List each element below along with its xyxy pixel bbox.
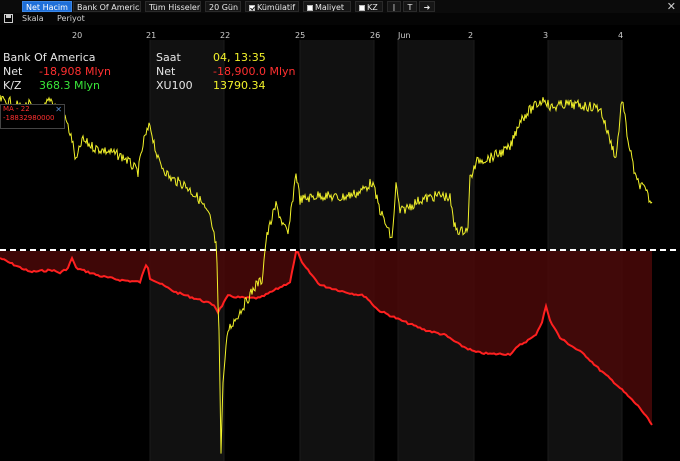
kz-label: K/Z	[3, 79, 22, 92]
close-icon[interactable]: ✕	[55, 105, 62, 114]
kz-value: 368.3 Mlyn	[39, 79, 101, 92]
saat-value: 04, 13:35	[213, 51, 266, 64]
info-right: Saat 04, 13:35 Net -18,900.0 Mlyn XU100 137…	[156, 51, 295, 93]
arrow-right-icon: ➜	[423, 3, 431, 12]
x-tick-label: 21	[146, 31, 157, 40]
x-tick-label: 3	[543, 31, 549, 40]
x-tick-label: 26	[370, 31, 381, 40]
info-left: Bank Of America Net -18,908 Mlyn K/Z 368.3…	[3, 51, 111, 93]
maliyet-label: Maliyet	[315, 3, 345, 12]
maliyet-toggle[interactable]: Maliyet	[303, 1, 351, 12]
tab-net-hacim[interactable]: Net Hacim	[22, 1, 72, 12]
forward-button[interactable]: ➜	[419, 1, 435, 12]
ma-value: -18832980000	[3, 114, 55, 122]
tab-period-label: 20 Gün	[209, 3, 239, 12]
tab-bank-of-america[interactable]: Bank Of America	[73, 1, 141, 12]
kz-label: KZ	[367, 3, 378, 12]
x-tick-label: 20	[72, 31, 83, 40]
tab-net-hacim-label: Net Hacim	[26, 3, 68, 12]
net-value-right: -18,900.0 Mlyn	[213, 65, 296, 78]
close-icon[interactable]: ✕	[667, 0, 676, 13]
save-icon[interactable]	[4, 14, 13, 25]
x-tick-label: 4	[618, 31, 624, 40]
kumulatif-label: Kümülatif	[257, 3, 296, 12]
kz-toggle[interactable]: KZ	[355, 1, 383, 12]
x-tick-label: 2	[468, 31, 474, 40]
checkbox-checked-icon	[249, 5, 255, 11]
net-label-right: Net	[156, 65, 176, 78]
checkbox-icon	[359, 5, 365, 11]
checkbox-icon	[307, 5, 313, 11]
net-label: Net	[3, 65, 23, 78]
xu100-value: 13790.34	[213, 79, 266, 92]
skala-button[interactable]: Skala	[22, 14, 44, 24]
text-icon: T	[407, 3, 413, 12]
xu100-label: XU100	[156, 79, 193, 92]
kumulatif-toggle[interactable]: Kümülatif	[245, 1, 299, 12]
tab-period[interactable]: 20 Gün	[205, 1, 241, 12]
x-tick-label: 25	[295, 31, 306, 40]
x-tick-label: Jun	[398, 31, 411, 40]
tab-bar: Net Hacim Bank Of America Tüm Hisseler 2…	[0, 0, 680, 14]
tab-tum-label: Tüm Hisseler	[149, 3, 201, 12]
symbol-name: Bank Of America	[3, 51, 96, 64]
bar-icon: |	[392, 3, 396, 12]
periyot-button[interactable]: Periyot	[57, 14, 85, 24]
saat-label: Saat	[156, 51, 181, 64]
net-value: -18,908 Mlyn	[39, 65, 111, 78]
ma-indicator-box[interactable]: MA - 22 -18832980000 ✕	[0, 104, 65, 129]
secondary-toolbar: Skala Periyot	[0, 13, 680, 25]
text-tool-button[interactable]: T	[403, 1, 417, 12]
tab-bank-label: Bank Of America	[77, 3, 141, 12]
x-tick-label: 22	[220, 31, 231, 40]
separator-button[interactable]: |	[387, 1, 401, 12]
tab-tum-hisseler[interactable]: Tüm Hisseler	[145, 1, 201, 12]
